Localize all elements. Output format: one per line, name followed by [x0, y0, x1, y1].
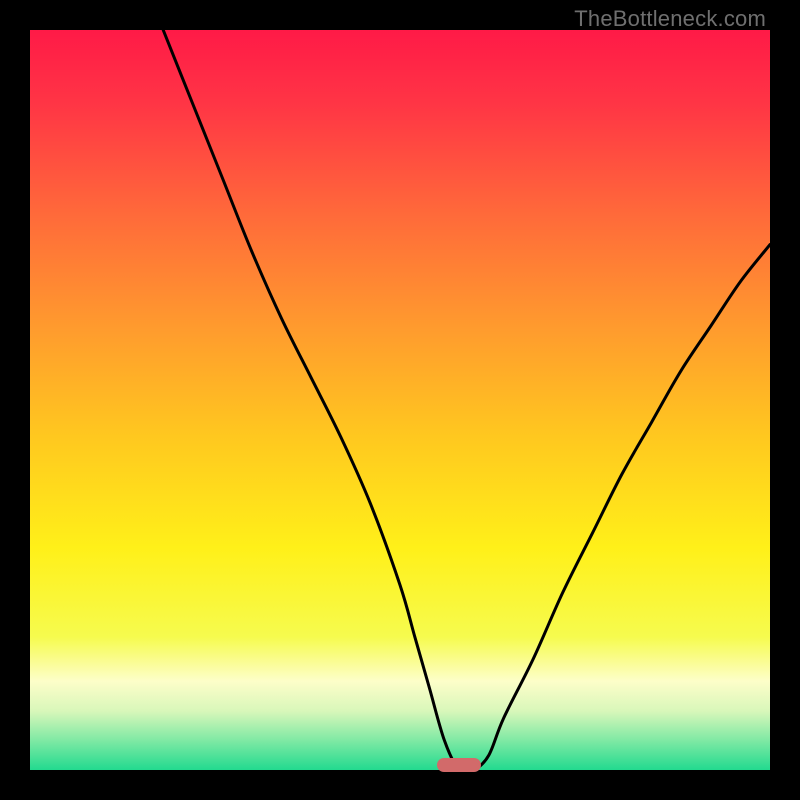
bottleneck-curve: [30, 30, 770, 770]
chart-frame: [30, 30, 770, 770]
optimal-marker: [437, 758, 481, 772]
watermark-text: TheBottleneck.com: [574, 6, 766, 32]
